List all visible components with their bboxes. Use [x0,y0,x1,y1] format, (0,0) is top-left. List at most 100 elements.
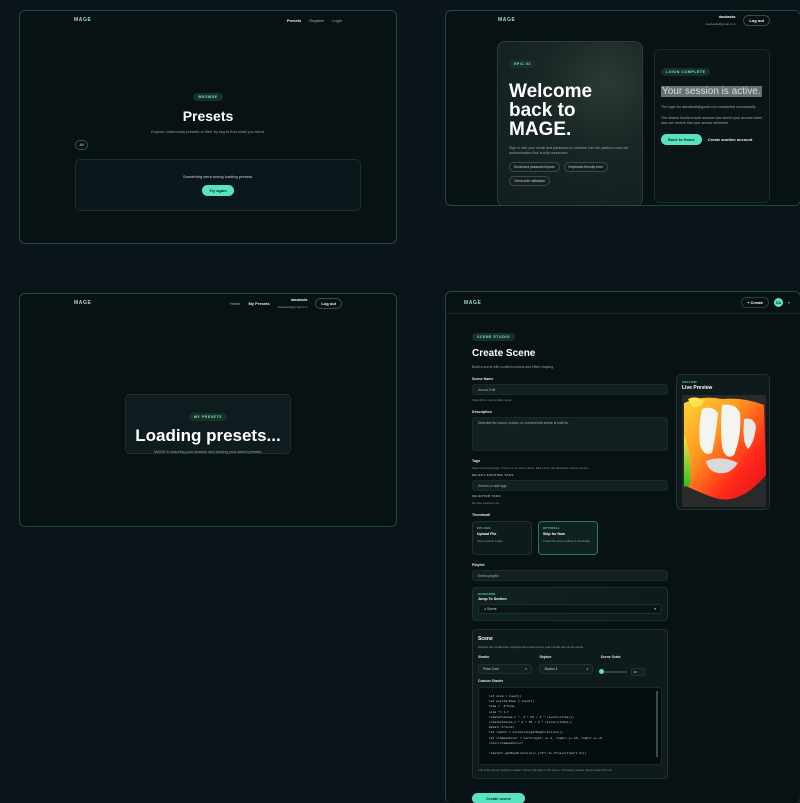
top-nav: MAGE + Create DA ▾ [446,292,800,314]
presets-error-window: MAGE Presets Register Login BROWSE Prese… [19,10,397,244]
playlist-select[interactable]: Select playlist [472,570,668,581]
scale-slider[interactable] [598,669,627,674]
nav-links: Presets Register Login [287,18,342,23]
presets-hero: BROWSE Presets Explore community presets… [20,85,396,135]
nav-home[interactable]: Home [230,301,241,306]
option-desc: Use a custom image. [477,539,504,543]
skybox-value: Skybox 4 [544,667,558,671]
nav-links: Home My Presets dasdasda dasdasda@gmail.… [230,297,342,309]
create-button[interactable]: + Create [741,297,769,308]
nav-login[interactable]: Login [332,18,342,23]
page-subtitle: Explore community presets or filter by t… [151,129,265,134]
tags-label: Tags [472,459,481,463]
existing-tags-label: SELECT EXISTING TAGS [472,473,514,477]
top-actions: + Create DA ▾ [741,297,790,308]
scale-slider-row: 16 [598,668,662,676]
status-paragraph: The shared frontend auth session has sto… [661,116,763,125]
brand-logo[interactable]: MAGE [74,300,91,306]
thumbnail-options: UPLOAD Upload File Use a custom image. O… [472,521,668,555]
scene-form: SCENE STUDIO Create Scene Build a scene … [472,325,668,803]
skybox-label: Skybox [539,655,552,659]
welcome-headline: Welcome back to MAGE. [509,81,593,140]
skybox-select[interactable]: Skybox 4 ▾ [539,664,594,674]
scene-name-input[interactable]: Aurora Drift [472,384,668,395]
nav-register[interactable]: Register [309,18,324,23]
try-again-button[interactable]: Try again [202,185,234,196]
brand-logo[interactable]: MAGE [498,17,515,23]
preview-title: Live Preview [682,385,713,391]
loading-presets-window: MAGE Home My Presets dasdasda dasdasda@g… [19,293,397,527]
shader-code: let size = input() let pointerDown = inp… [489,694,603,756]
logout-button[interactable]: Log out [743,14,770,26]
option-title: Skip for Now [543,532,565,536]
feature-tags: Email and password inputs Keyboard-frien… [509,162,631,186]
user-email: dasdasda@gmail.com [277,304,308,309]
top-nav: MAGE Presets Register Login [20,11,396,29]
feature-tag: Client-side validation [509,176,551,186]
nav-links: dasdasda dasdasda@gmail.com Log out [706,14,770,26]
user-info: dasdasda dasdasda@gmail.com [706,15,736,26]
live-preview-card: PREVIEW Live Preview [676,374,770,510]
custom-shader-editor[interactable]: let size = input() let pointerDown = inp… [478,687,662,765]
editor-scrollbar[interactable] [656,691,658,757]
scene-controls: Shader Prism Core ▾ Skybox Skybox 4 ▾ Scen… [478,655,662,676]
user-name: dasdasda [718,14,736,19]
chevron-down-icon[interactable]: ▾ [788,300,790,305]
loading-card: MY PRESETS Loading presets... MAGE is re… [125,394,291,454]
jump-to-section: NAVIGATION Jump To Section ● Scene ▾ [472,587,668,621]
slider-knob[interactable] [598,669,604,674]
create-scene-window: MAGE + Create DA ▾ SCENE STUDIO Create S… [445,291,800,803]
create-account-link[interactable]: Create another account [708,137,753,142]
status-title: Your session is active. [661,86,762,97]
status-paragraph: The login for dasdasda@gmail.com complet… [661,105,757,109]
feature-tag: Keyboard-friendly form [563,162,608,172]
welcome-card: EPIC 02 Welcome back to MAGE. Sign in wi… [497,41,643,205]
chevron-down-icon: ▾ [525,667,527,671]
nav-presets[interactable]: Presets [287,18,301,23]
epic-chip: EPIC 02 [509,60,536,68]
my-presets-chip: MY PRESETS [188,413,228,421]
thumbnail-skip-option[interactable]: OPTIONAL Skip for Now Create the scene w… [538,521,598,555]
loading-subtitle: MAGE is restoring your session and loadi… [153,450,263,454]
scene-section: Scene Choose the visual style, backgroun… [472,629,668,779]
login-status-card: LOGIN COMPLETE Your session is active. T… [654,49,770,203]
top-nav: MAGE dasdasda dasdasda@gmail.com Log out [446,11,800,29]
filter-all-button[interactable]: All [75,140,88,150]
feature-tag: Email and password inputs [509,162,560,172]
description-label: Description [472,410,492,414]
login-complete-chip: LOGIN COMPLETE [661,68,711,76]
preview-kind: PREVIEW [682,380,697,384]
selected-tags-value: No tags selected yet. [472,501,501,505]
logout-button[interactable]: Log out [315,297,342,309]
section-select[interactable]: ● Scene ▾ [478,604,662,614]
shader-note: This is the actual 'sculpture-shader' so… [478,768,613,772]
thumbnail-upload-option[interactable]: UPLOAD Upload File Use a custom image. [472,521,532,555]
back-home-button[interactable]: Back to Home [661,134,702,145]
avatar[interactable]: DA [773,298,783,307]
section-value: Scene [487,607,497,611]
login-complete-window: MAGE dasdasda dasdasda@gmail.com Log out… [445,10,800,206]
loading-title: Loading presets... [135,426,281,445]
nav-my-presets[interactable]: My Presets [248,301,269,306]
user-name: dasdasda [290,297,308,302]
scale-input[interactable]: 16 [630,668,645,676]
selected-tags-label: SELECTED TAGS [472,494,501,498]
top-nav: MAGE Home My Presets dasdasda dasdasda@g… [20,294,396,312]
shader-control: Shader Prism Core ▾ [478,655,539,676]
thumbnail-label: Thumbnail [472,513,491,517]
option-kind: OPTIONAL [543,526,560,530]
brand-logo[interactable]: MAGE [464,300,481,306]
playlist-label: Playlist [472,563,485,567]
user-info: dasdasda dasdasda@gmail.com [278,298,308,309]
option-kind: UPLOAD [477,526,491,530]
welcome-body: Sign in with your email and password to … [509,146,629,155]
shader-label: Shader [478,655,490,659]
scene-name-label: Scene Name [472,377,494,381]
browse-chip: BROWSE [193,93,223,101]
brand-logo[interactable]: MAGE [74,17,91,23]
error-message: Something went wrong loading presets. [182,174,254,179]
shader-select[interactable]: Prism Core ▾ [478,664,532,674]
create-scene-button[interactable]: Create scene [472,793,525,803]
tags-search-input[interactable]: Search or add tags [472,480,668,491]
description-textarea[interactable]: Describe the mood, motion, or moment thi… [472,417,668,451]
